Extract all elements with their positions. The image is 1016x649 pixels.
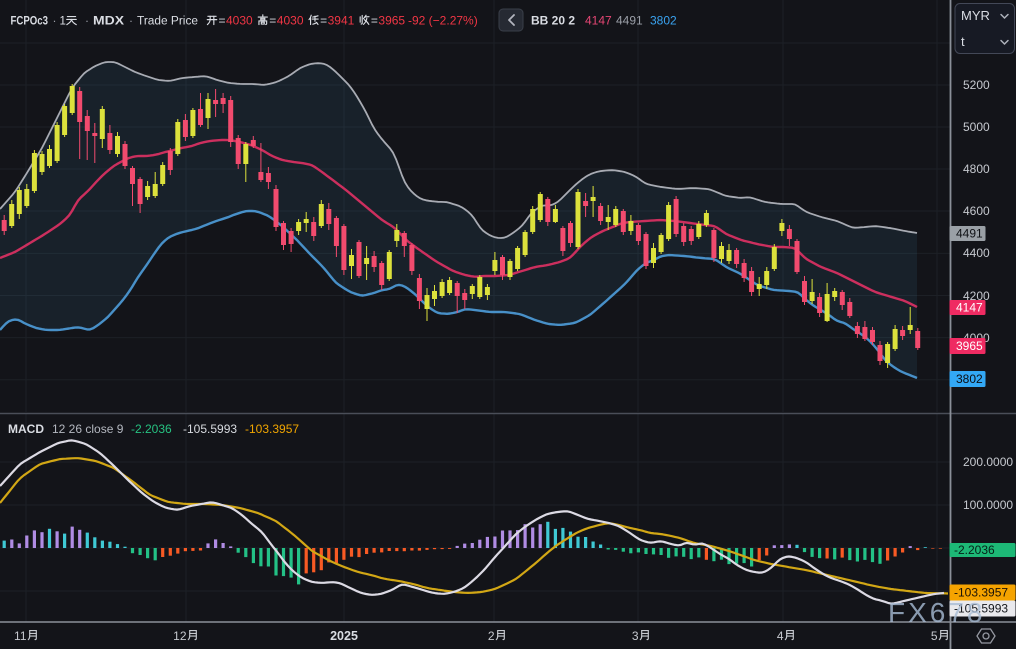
svg-text:Trade Price: Trade Price: [137, 16, 198, 28]
svg-text:-103.3957: -103.3957: [245, 422, 299, 436]
svg-text:4030: 4030: [226, 14, 253, 28]
svg-text:3: 3: [632, 629, 639, 643]
svg-text:3965: 3965: [956, 339, 983, 353]
svg-text:MYR: MYR: [961, 8, 990, 23]
svg-text:1: 1: [60, 16, 66, 28]
svg-text:3802: 3802: [956, 372, 983, 386]
svg-text:4400: 4400: [963, 246, 990, 260]
svg-text:3965: 3965: [378, 14, 405, 28]
svg-text:=: =: [371, 14, 378, 28]
svg-text:t: t: [961, 34, 965, 49]
svg-text:4600: 4600: [963, 204, 990, 218]
svg-text:=: =: [269, 14, 276, 28]
svg-text:-2.2036: -2.2036: [954, 543, 995, 557]
svg-text:2025: 2025: [330, 629, 358, 643]
svg-text:12 26 close 9: 12 26 close 9: [52, 422, 124, 436]
svg-text:200.0000: 200.0000: [963, 455, 1013, 469]
svg-text:-92 (−2.27%): -92 (−2.27%): [408, 14, 478, 28]
svg-text:4: 4: [777, 629, 784, 643]
svg-text:FCPOc3: FCPOc3: [11, 16, 49, 28]
svg-text:2: 2: [488, 629, 495, 643]
svg-text:5: 5: [931, 629, 938, 643]
svg-text:12: 12: [173, 629, 187, 643]
svg-text:·: ·: [53, 14, 57, 28]
svg-text:BB 20 2: BB 20 2: [531, 14, 575, 28]
svg-text:=: =: [320, 14, 327, 28]
svg-text:MDX: MDX: [93, 16, 124, 28]
svg-text:-105.5993: -105.5993: [183, 422, 237, 436]
svg-text:4147: 4147: [585, 14, 612, 28]
svg-text:3941: 3941: [328, 14, 355, 28]
svg-text:5200: 5200: [963, 78, 990, 92]
svg-text:·: ·: [129, 14, 133, 28]
svg-text:FX678: FX678: [888, 597, 986, 628]
svg-text:4491: 4491: [956, 227, 983, 241]
svg-text:4800: 4800: [963, 162, 990, 176]
svg-text:4030: 4030: [277, 14, 304, 28]
svg-text:4491: 4491: [616, 14, 643, 28]
svg-text:MACD: MACD: [8, 422, 44, 436]
svg-text:·: ·: [85, 14, 89, 28]
svg-text:5000: 5000: [963, 120, 990, 134]
svg-text:=: =: [219, 14, 226, 28]
svg-text:4147: 4147: [956, 301, 983, 315]
svg-text:100.0000: 100.0000: [963, 498, 1013, 512]
svg-text:3802: 3802: [650, 14, 677, 28]
svg-text:11: 11: [14, 629, 27, 643]
svg-text:-2.2036: -2.2036: [131, 422, 172, 436]
